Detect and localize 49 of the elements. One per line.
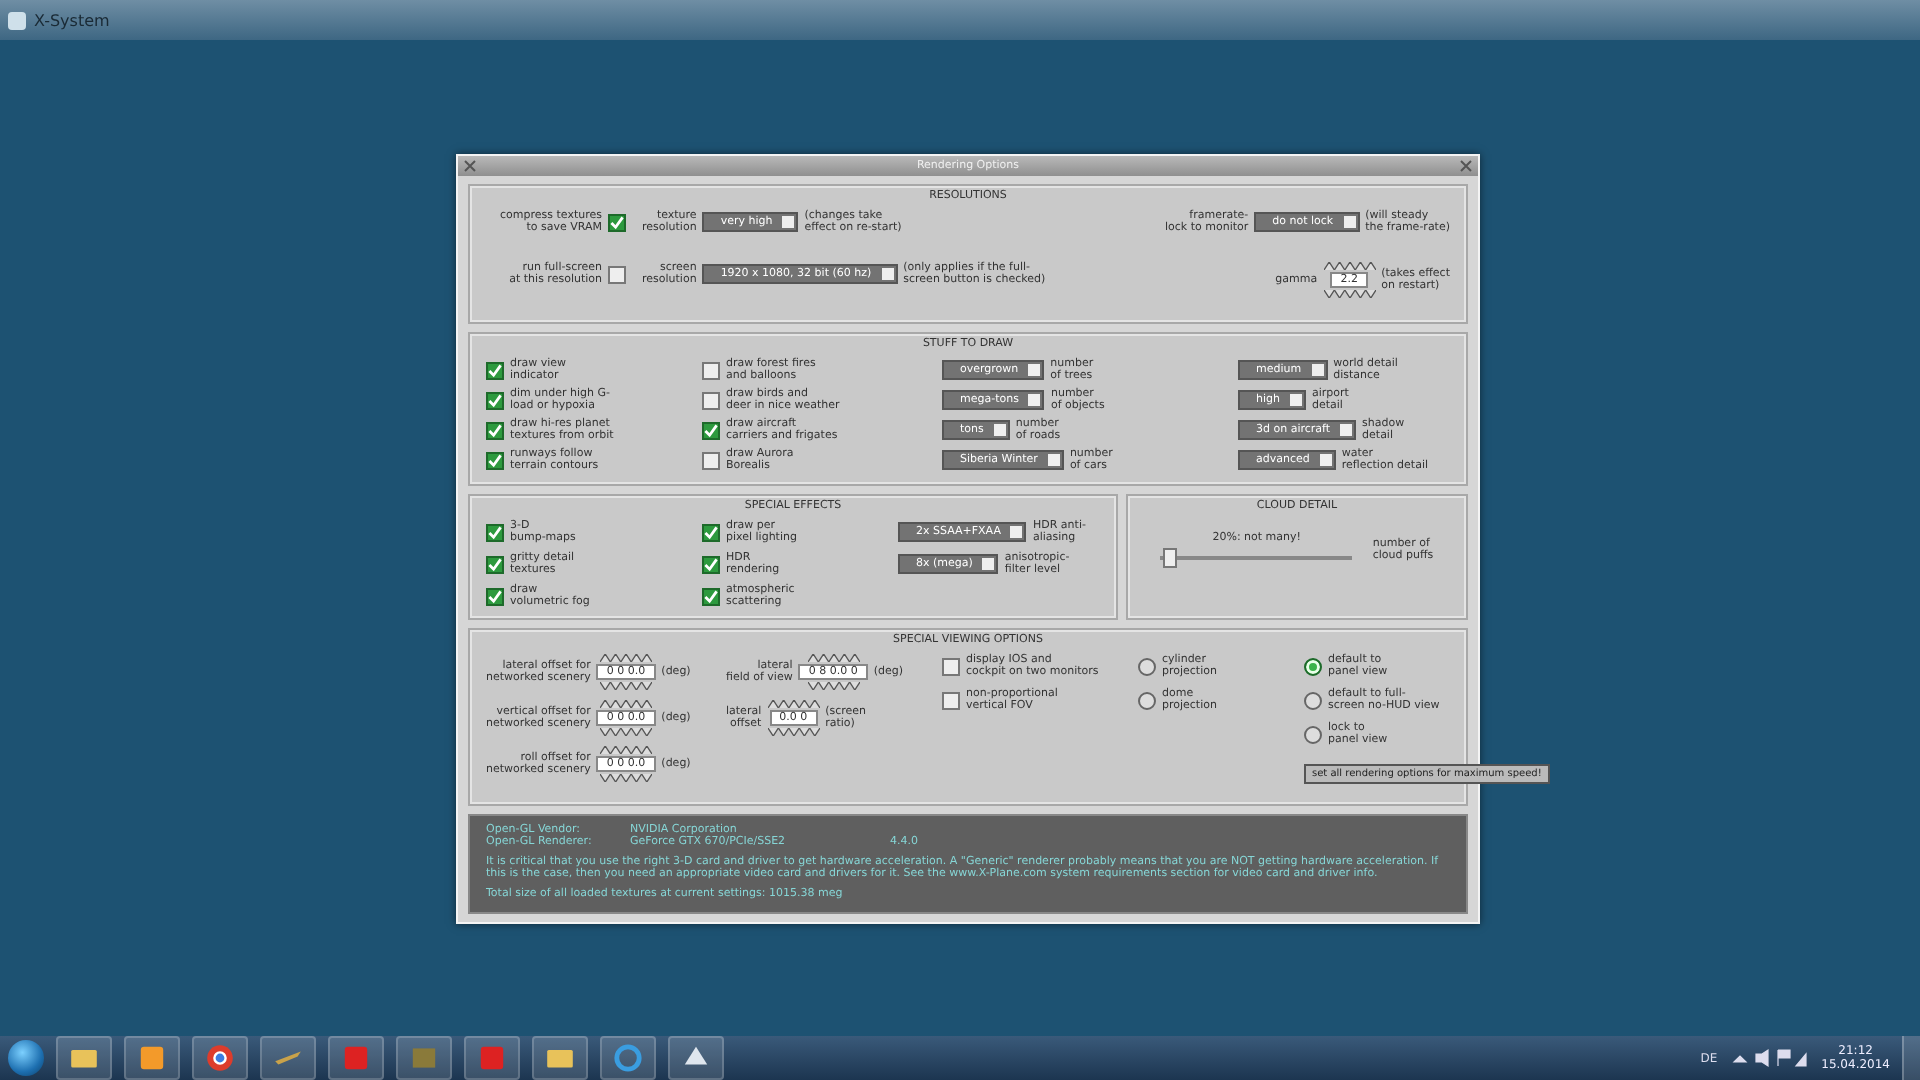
taskbar-app-icon[interactable] bbox=[260, 1036, 316, 1080]
increment-arrows-icon[interactable] bbox=[600, 654, 653, 662]
decrement-arrows-icon[interactable] bbox=[807, 682, 860, 690]
checkbox[interactable] bbox=[702, 587, 720, 605]
increment-arrows-icon[interactable] bbox=[767, 700, 820, 708]
increment-arrows-icon[interactable] bbox=[600, 746, 653, 754]
taskbar-app-icon[interactable] bbox=[532, 1036, 588, 1080]
decrement-arrows-icon[interactable] bbox=[600, 682, 653, 690]
app-icon bbox=[8, 11, 26, 29]
taskbar-app-icon[interactable] bbox=[56, 1036, 112, 1080]
checkbox[interactable] bbox=[942, 657, 960, 675]
taskbar-app-icon[interactable] bbox=[124, 1036, 180, 1080]
decrement-arrows-icon[interactable] bbox=[600, 728, 653, 736]
radio-button[interactable] bbox=[1304, 657, 1322, 675]
radio-button[interactable] bbox=[1138, 691, 1156, 709]
checkbox[interactable] bbox=[486, 421, 504, 439]
close-icon[interactable] bbox=[464, 160, 476, 172]
checkbox[interactable] bbox=[486, 361, 504, 379]
start-button[interactable] bbox=[8, 1040, 44, 1076]
checkbox[interactable] bbox=[486, 391, 504, 409]
checkbox[interactable] bbox=[608, 265, 626, 283]
decrement-arrows-icon[interactable] bbox=[767, 728, 820, 736]
checkbox[interactable] bbox=[702, 391, 720, 409]
checkbox[interactable] bbox=[486, 523, 504, 541]
radio-button[interactable] bbox=[1304, 725, 1322, 743]
decrement-arrows-icon[interactable] bbox=[1323, 290, 1376, 298]
window-title: X-System bbox=[34, 11, 110, 29]
checkbox[interactable] bbox=[942, 691, 960, 709]
close-icon[interactable] bbox=[1460, 160, 1472, 172]
decrement-arrows-icon[interactable] bbox=[600, 774, 653, 782]
checkbox[interactable] bbox=[702, 451, 720, 469]
checkbox[interactable] bbox=[702, 421, 720, 439]
slider-thumb[interactable] bbox=[1163, 548, 1178, 568]
checkbox[interactable] bbox=[608, 213, 626, 231]
checkbox[interactable] bbox=[486, 451, 504, 469]
increment-arrows-icon[interactable] bbox=[1323, 262, 1376, 270]
checkbox[interactable] bbox=[702, 361, 720, 379]
checkbox[interactable] bbox=[702, 523, 720, 541]
taskbar-app-icon[interactable] bbox=[192, 1036, 248, 1080]
increment-arrows-icon[interactable] bbox=[600, 700, 653, 708]
checkbox[interactable] bbox=[702, 555, 720, 573]
checkbox[interactable] bbox=[486, 555, 504, 573]
show-desktop-button[interactable] bbox=[1902, 1036, 1920, 1080]
increment-arrows-icon[interactable] bbox=[807, 654, 860, 662]
tray-icons-drawing[interactable] bbox=[1729, 1048, 1810, 1068]
checkbox[interactable] bbox=[486, 587, 504, 605]
radio-button[interactable] bbox=[1304, 691, 1322, 709]
radio-button[interactable] bbox=[1138, 657, 1156, 675]
taskbar-app-icon[interactable] bbox=[668, 1036, 724, 1080]
